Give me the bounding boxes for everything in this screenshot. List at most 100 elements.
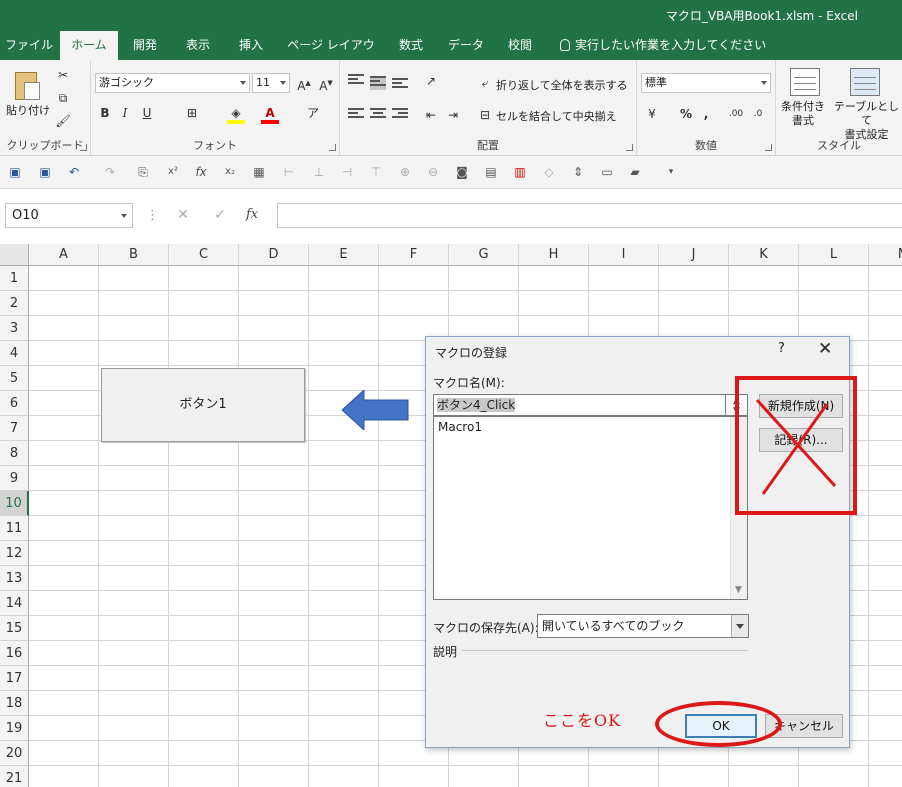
launcher-icon[interactable] [765, 144, 772, 151]
ungroup-objects-icon[interactable]: ▥ [512, 164, 528, 180]
row-header[interactable]: 12 [0, 541, 29, 566]
redo-icon[interactable]: ↷ [102, 164, 118, 180]
row-header[interactable]: 14 [0, 591, 29, 616]
format-as-table-icon[interactable] [850, 68, 880, 96]
tab-data[interactable]: データ [443, 31, 489, 60]
cancel-entry-icon[interactable]: ✕ [173, 203, 193, 227]
underline-button[interactable]: U [138, 104, 156, 122]
decrease-font-icon[interactable]: A▼ [317, 74, 335, 93]
wrap-text-button[interactable]: 折り返して全体を表示する [496, 77, 628, 93]
align-left-icon[interactable] [348, 108, 364, 122]
column-header[interactable]: G [449, 244, 519, 266]
insert-function-icon[interactable]: fx [246, 203, 258, 227]
format-as-table-button[interactable]: テーブルとして 書式設定 [831, 100, 902, 142]
tab-developer[interactable]: 開発 [122, 31, 168, 60]
decrease-indent-icon[interactable]: ⇤ [422, 106, 440, 124]
tab-file[interactable]: ファイル [0, 31, 58, 60]
close-icon[interactable]: ✕ [818, 339, 832, 359]
orientation-icon[interactable]: ↗ [422, 72, 440, 90]
column-header[interactable]: H [519, 244, 589, 266]
column-header[interactable]: E [309, 244, 379, 266]
row-header[interactable]: 4 [0, 341, 29, 366]
middle-objects-icon[interactable]: ⊖ [425, 164, 441, 180]
row-header[interactable]: 2 [0, 291, 29, 316]
row-header[interactable]: 1 [0, 266, 29, 291]
align-center-icon[interactable] [370, 108, 386, 122]
italic-button[interactable]: I [116, 104, 134, 122]
column-header[interactable]: D [239, 244, 309, 266]
group-objects-icon[interactable]: ▤ [483, 164, 499, 180]
paste-label[interactable]: 貼り付け [6, 102, 50, 118]
formula-input[interactable] [277, 203, 902, 228]
column-header[interactable]: M [869, 244, 902, 266]
shape-icon[interactable]: ◇ [541, 164, 557, 180]
align-middle-icon[interactable] [370, 76, 386, 90]
tab-page-layout[interactable]: ページ レイアウト [282, 31, 380, 81]
select-all-corner[interactable] [0, 244, 29, 266]
form-icon[interactable]: ▭ [599, 164, 615, 180]
customize-qat-icon[interactable]: ▾ [663, 164, 679, 180]
column-header[interactable]: L [799, 244, 869, 266]
tab-view[interactable]: 表示 [175, 31, 221, 60]
align-right-icon[interactable] [392, 108, 408, 122]
row-header[interactable]: 8 [0, 441, 29, 466]
row-header[interactable]: 6 [0, 391, 29, 416]
distribute-icon[interactable]: ⊤ [368, 164, 384, 180]
column-header[interactable]: K [729, 244, 799, 266]
center-objects-icon[interactable]: ⊕ [397, 164, 413, 180]
fill-color-icon[interactable]: ◈ [227, 104, 245, 124]
row-header[interactable]: 13 [0, 566, 29, 591]
list-item[interactable]: Macro1 [438, 420, 482, 434]
column-header[interactable]: F [379, 244, 449, 266]
toolbox-icon[interactable]: ▰ [627, 164, 643, 180]
align-left-objects-icon[interactable]: ⊣ [339, 164, 355, 180]
row-header[interactable]: 15 [0, 616, 29, 641]
font-color-icon[interactable]: A [261, 104, 279, 124]
tell-me-box[interactable]: 実行したい作業を入力してください [560, 31, 766, 60]
tab-formulas[interactable]: 数式 [388, 31, 434, 60]
launcher-icon[interactable] [626, 144, 633, 151]
wrap-text-icon[interactable]: ⤶ [476, 74, 494, 92]
column-header[interactable]: B [99, 244, 169, 266]
undo-icon[interactable]: ↶ [66, 164, 82, 180]
align-bottom-objects-icon[interactable]: ⊥ [311, 164, 327, 180]
merge-center-button[interactable]: セルを結合して中央揃え [496, 108, 617, 124]
superscript-icon[interactable]: x² [165, 164, 181, 180]
save-as-icon[interactable]: ▣ [37, 164, 53, 180]
row-header[interactable]: 9 [0, 466, 29, 491]
name-box[interactable]: O10 [5, 203, 133, 228]
paste-values-icon[interactable]: ⎘ [135, 164, 151, 180]
align-bottom-icon[interactable] [392, 78, 408, 92]
save-in-select[interactable]: 開いているすべてのブック [537, 614, 749, 638]
column-header[interactable]: I [589, 244, 659, 266]
comma-icon[interactable]: , [697, 105, 715, 123]
currency-icon[interactable]: ¥ [643, 105, 661, 123]
row-header[interactable]: 3 [0, 316, 29, 341]
paste-icon[interactable] [13, 68, 41, 100]
column-header[interactable]: C [169, 244, 239, 266]
row-header[interactable]: 16 [0, 641, 29, 666]
tab-review[interactable]: 校閲 [497, 31, 543, 60]
camera-icon[interactable]: ◙ [454, 164, 470, 180]
font-name-select[interactable]: 游ゴシック [95, 73, 250, 93]
table-grid-icon[interactable]: ▦ [251, 164, 267, 180]
copy-icon[interactable]: ⧉ [54, 89, 72, 107]
increase-indent-icon[interactable]: ⇥ [444, 106, 462, 124]
row-header[interactable]: 11 [0, 516, 29, 541]
row-header[interactable]: 17 [0, 666, 29, 691]
row-header[interactable]: 20 [0, 741, 29, 766]
merge-icon[interactable]: ⊟ [476, 106, 494, 124]
conditional-format-icon[interactable] [790, 68, 820, 96]
percent-icon[interactable]: % [677, 105, 695, 123]
column-header[interactable]: J [659, 244, 729, 266]
row-header[interactable]: 21 [0, 766, 29, 787]
phonetic-icon[interactable]: ア [304, 104, 322, 122]
help-button[interactable]: ? [778, 341, 785, 356]
macro-list[interactable]: Macro1 ▼ [433, 416, 748, 600]
chevron-down-icon[interactable] [731, 615, 748, 637]
row-header[interactable]: 18 [0, 691, 29, 716]
align-top-icon[interactable] [348, 74, 364, 88]
font-size-select[interactable]: 11 [252, 73, 290, 93]
macro-name-input[interactable]: ボタン4_Click [433, 394, 726, 416]
save-icon[interactable]: ▣ [7, 164, 23, 180]
